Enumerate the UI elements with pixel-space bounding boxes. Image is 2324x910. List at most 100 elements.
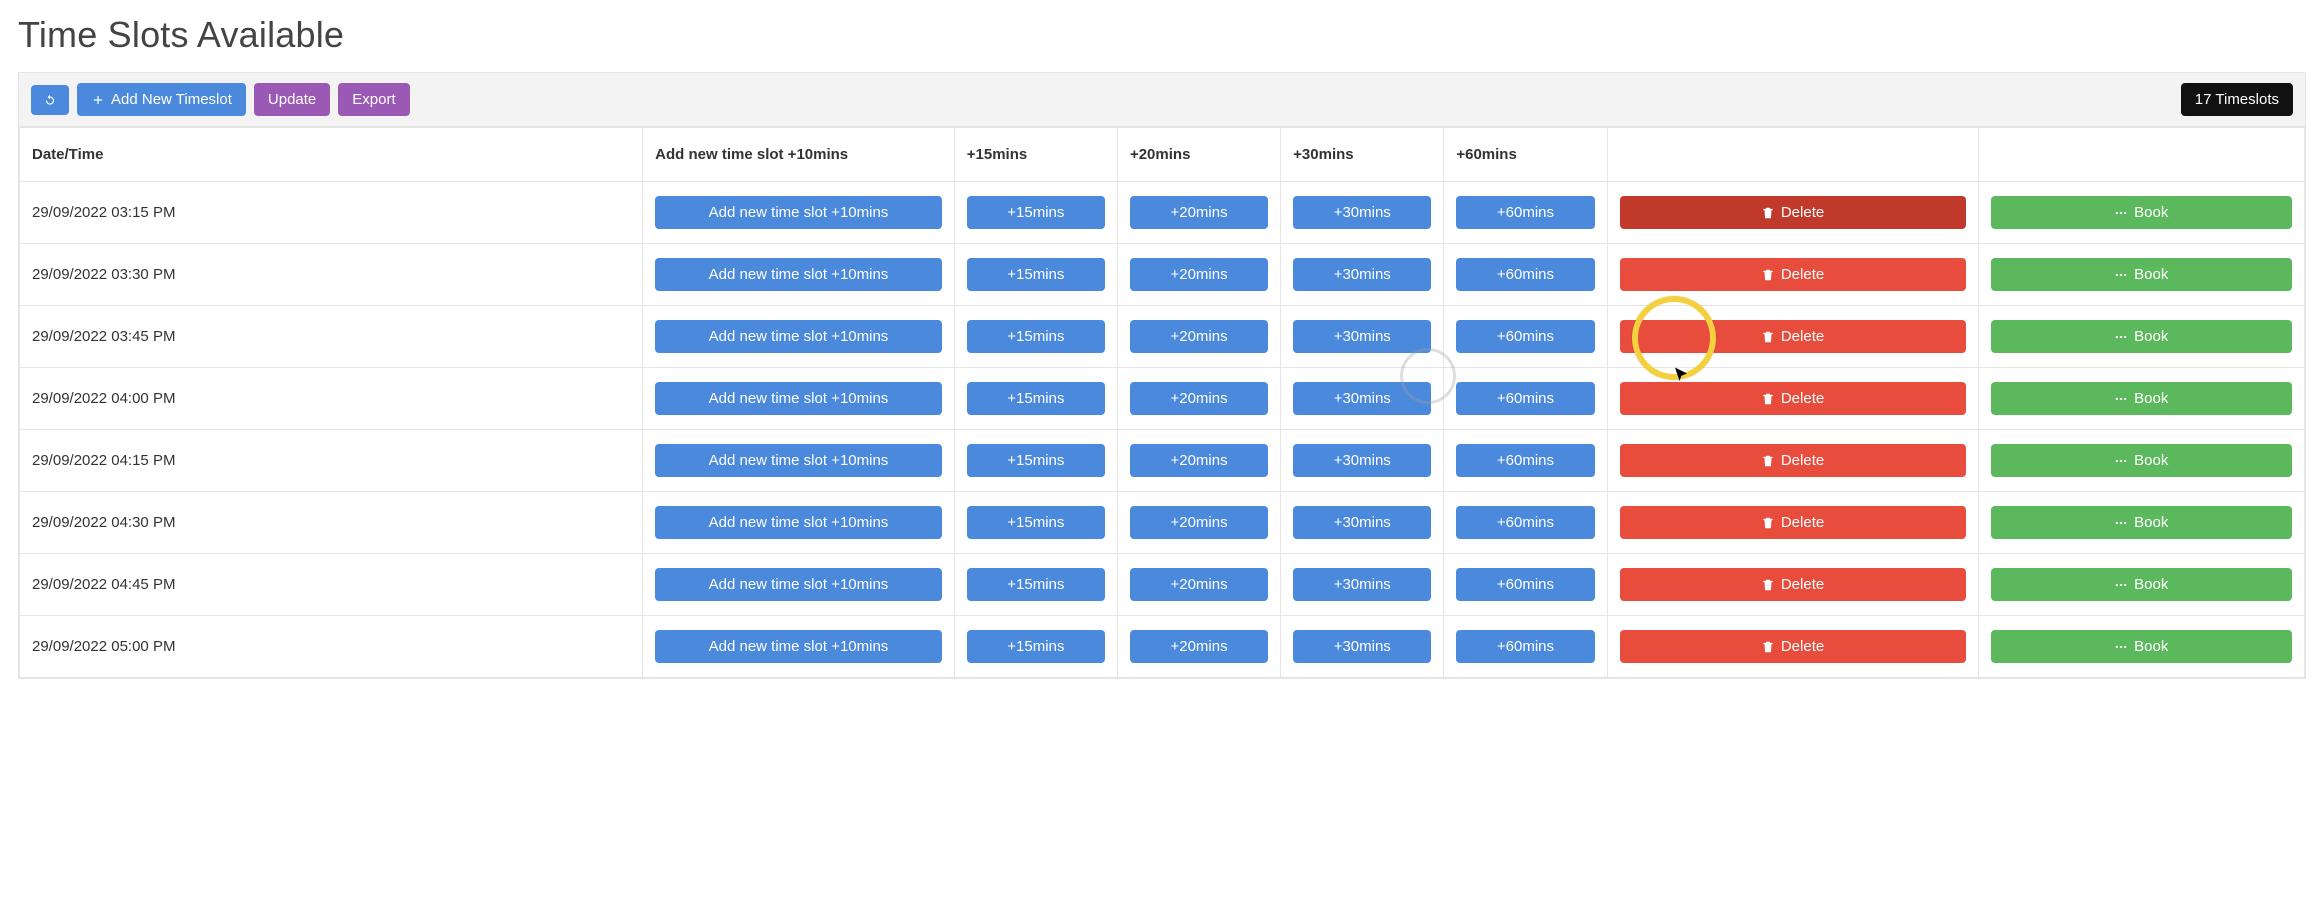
cell-add-60mins: +60mins bbox=[1444, 368, 1607, 430]
add-60mins-button[interactable]: +60mins bbox=[1456, 444, 1594, 477]
delete-button[interactable]: Delete bbox=[1620, 444, 1966, 477]
delete-button[interactable]: Delete bbox=[1620, 196, 1966, 229]
delete-button[interactable]: Delete bbox=[1620, 258, 1966, 291]
add-60mins-button[interactable]: +60mins bbox=[1456, 258, 1594, 291]
add-20mins-button[interactable]: +20mins bbox=[1130, 382, 1268, 415]
export-button[interactable]: Export bbox=[338, 83, 409, 116]
cell-add-20mins: +20mins bbox=[1117, 616, 1280, 678]
add-20mins-button[interactable]: +20mins bbox=[1130, 568, 1268, 601]
book-label: Book bbox=[2134, 204, 2168, 221]
table-row: 29/09/2022 03:30 PMAdd new time slot +10… bbox=[20, 244, 2305, 306]
add-10mins-button[interactable]: Add new time slot +10mins bbox=[655, 568, 942, 601]
add-15mins-button[interactable]: +15mins bbox=[967, 444, 1105, 477]
book-button[interactable]: Book bbox=[1991, 382, 2293, 415]
add-60mins-button[interactable]: +60mins bbox=[1456, 382, 1594, 415]
add-10mins-label: Add new time slot +10mins bbox=[709, 266, 889, 283]
book-label: Book bbox=[2134, 514, 2168, 531]
add-15mins-button[interactable]: +15mins bbox=[967, 320, 1105, 353]
cell-datetime: 29/09/2022 05:00 PM bbox=[20, 616, 643, 678]
col-20mins: +20mins bbox=[1117, 128, 1280, 182]
add-15mins-label: +15mins bbox=[1007, 576, 1064, 593]
add-30mins-button[interactable]: +30mins bbox=[1293, 258, 1431, 291]
cell-add-60mins: +60mins bbox=[1444, 492, 1607, 554]
add-10mins-button[interactable]: Add new time slot +10mins bbox=[655, 320, 942, 353]
add-10mins-button[interactable]: Add new time slot +10mins bbox=[655, 506, 942, 539]
add-10mins-label: Add new time slot +10mins bbox=[709, 390, 889, 407]
add-60mins-button[interactable]: +60mins bbox=[1456, 568, 1594, 601]
cell-add-20mins: +20mins bbox=[1117, 244, 1280, 306]
add-15mins-button[interactable]: +15mins bbox=[967, 506, 1105, 539]
add-10mins-button[interactable]: Add new time slot +10mins bbox=[655, 444, 942, 477]
add-30mins-button[interactable]: +30mins bbox=[1293, 568, 1431, 601]
add-10mins-label: Add new time slot +10mins bbox=[709, 638, 889, 655]
add-30mins-button[interactable]: +30mins bbox=[1293, 630, 1431, 663]
book-button[interactable]: Book bbox=[1991, 444, 2293, 477]
cell-book: Book bbox=[1978, 244, 2305, 306]
add-20mins-button[interactable]: +20mins bbox=[1130, 506, 1268, 539]
add-20mins-button[interactable]: +20mins bbox=[1130, 630, 1268, 663]
col-delete bbox=[1607, 128, 1978, 182]
add-15mins-button[interactable]: +15mins bbox=[967, 382, 1105, 415]
delete-button[interactable]: Delete bbox=[1620, 630, 1966, 663]
add-60mins-button[interactable]: +60mins bbox=[1456, 630, 1594, 663]
add-20mins-button[interactable]: +20mins bbox=[1130, 258, 1268, 291]
add-10mins-button[interactable]: Add new time slot +10mins bbox=[655, 630, 942, 663]
timeslot-count-badge[interactable]: 17 Timeslots bbox=[2181, 83, 2293, 116]
delete-label: Delete bbox=[1781, 638, 1824, 655]
add-30mins-label: +30mins bbox=[1334, 638, 1391, 655]
add-20mins-label: +20mins bbox=[1170, 266, 1227, 283]
dots-icon bbox=[2114, 206, 2128, 220]
add-20mins-button[interactable]: +20mins bbox=[1130, 320, 1268, 353]
add-15mins-button[interactable]: +15mins bbox=[967, 630, 1105, 663]
add-30mins-button[interactable]: +30mins bbox=[1293, 196, 1431, 229]
book-button[interactable]: Book bbox=[1991, 506, 2293, 539]
delete-button[interactable]: Delete bbox=[1620, 320, 1966, 353]
timeslots-table: Date/Time Add new time slot +10mins +15m… bbox=[19, 127, 2305, 678]
cell-add-30mins: +30mins bbox=[1281, 306, 1444, 368]
add-20mins-label: +20mins bbox=[1170, 452, 1227, 469]
add-60mins-label: +60mins bbox=[1497, 638, 1554, 655]
cell-datetime: 29/09/2022 04:45 PM bbox=[20, 554, 643, 616]
delete-button[interactable]: Delete bbox=[1620, 382, 1966, 415]
book-button[interactable]: Book bbox=[1991, 630, 2293, 663]
add-15mins-button[interactable]: +15mins bbox=[967, 568, 1105, 601]
cell-delete: Delete bbox=[1607, 306, 1978, 368]
refresh-button[interactable] bbox=[31, 85, 69, 115]
add-60mins-button[interactable]: +60mins bbox=[1456, 196, 1594, 229]
add-20mins-button[interactable]: +20mins bbox=[1130, 444, 1268, 477]
add-15mins-button[interactable]: +15mins bbox=[967, 196, 1105, 229]
update-button[interactable]: Update bbox=[254, 83, 330, 116]
delete-label: Delete bbox=[1781, 514, 1824, 531]
add-15mins-button[interactable]: +15mins bbox=[967, 258, 1105, 291]
add-15mins-label: +15mins bbox=[1007, 452, 1064, 469]
add-10mins-label: Add new time slot +10mins bbox=[709, 576, 889, 593]
add-60mins-button[interactable]: +60mins bbox=[1456, 320, 1594, 353]
cell-add-30mins: +30mins bbox=[1281, 616, 1444, 678]
delete-label: Delete bbox=[1781, 452, 1824, 469]
cell-add-20mins: +20mins bbox=[1117, 554, 1280, 616]
add-10mins-button[interactable]: Add new time slot +10mins bbox=[655, 196, 942, 229]
add-30mins-button[interactable]: +30mins bbox=[1293, 506, 1431, 539]
add-10mins-button[interactable]: Add new time slot +10mins bbox=[655, 382, 942, 415]
book-button[interactable]: Book bbox=[1991, 320, 2293, 353]
cell-delete: Delete bbox=[1607, 368, 1978, 430]
add-30mins-button[interactable]: +30mins bbox=[1293, 320, 1431, 353]
add-new-timeslot-button[interactable]: Add New Timeslot bbox=[77, 83, 246, 116]
dots-icon bbox=[2114, 516, 2128, 530]
delete-button[interactable]: Delete bbox=[1620, 506, 1966, 539]
add-30mins-button[interactable]: +30mins bbox=[1293, 444, 1431, 477]
delete-label: Delete bbox=[1781, 576, 1824, 593]
book-button[interactable]: Book bbox=[1991, 196, 2293, 229]
add-60mins-button[interactable]: +60mins bbox=[1456, 506, 1594, 539]
add-30mins-button[interactable]: +30mins bbox=[1293, 382, 1431, 415]
delete-button[interactable]: Delete bbox=[1620, 568, 1966, 601]
add-10mins-button[interactable]: Add new time slot +10mins bbox=[655, 258, 942, 291]
add-60mins-label: +60mins bbox=[1497, 328, 1554, 345]
cell-add-15mins: +15mins bbox=[954, 244, 1117, 306]
cell-datetime: 29/09/2022 03:15 PM bbox=[20, 182, 643, 244]
add-20mins-button[interactable]: +20mins bbox=[1130, 196, 1268, 229]
book-button[interactable]: Book bbox=[1991, 258, 2293, 291]
book-button[interactable]: Book bbox=[1991, 568, 2293, 601]
cell-book: Book bbox=[1978, 182, 2305, 244]
cell-add-10mins: Add new time slot +10mins bbox=[643, 244, 955, 306]
